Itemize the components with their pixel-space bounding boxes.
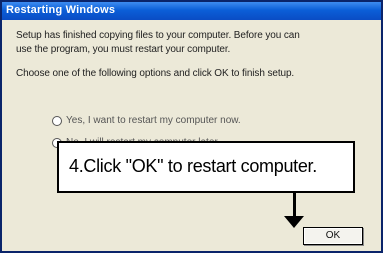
instruction-callout: 4.Click "OK" to restart computer.	[57, 141, 355, 193]
message-line-2: use the program, you must restart your c…	[16, 44, 231, 55]
restart-dialog: Restarting Windows Setup has finished co…	[0, 0, 383, 253]
pointer-arrow-icon	[284, 216, 304, 228]
dialog-title: Restarting Windows	[6, 4, 116, 16]
callout-text: 4.Click "OK" to restart computer.	[69, 156, 317, 176]
title-bar: Restarting Windows	[2, 2, 381, 20]
ok-button[interactable]: OK	[303, 227, 363, 245]
message-line-3: Choose one of the following options and …	[16, 68, 295, 79]
restart-now-radio[interactable]	[52, 116, 62, 126]
restart-now-label[interactable]: Yes, I want to restart my computer now.	[66, 115, 241, 126]
message-line-1: Setup has finished copying files to your…	[16, 30, 300, 41]
